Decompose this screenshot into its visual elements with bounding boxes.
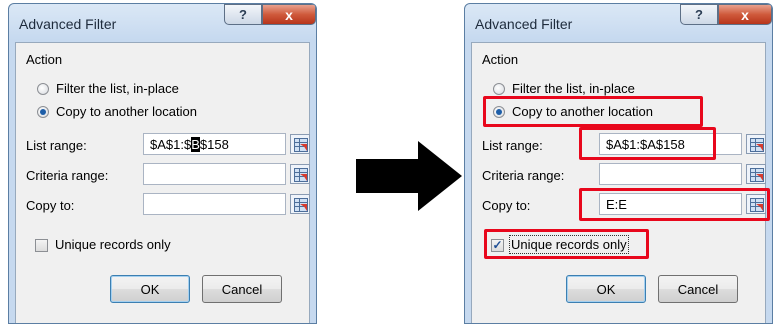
close-button[interactable]: x bbox=[262, 4, 316, 25]
cancel-button-label: Cancel bbox=[677, 281, 719, 297]
criteria-range-ref-button[interactable] bbox=[746, 164, 766, 184]
unique-records-checkbox[interactable] bbox=[35, 239, 48, 252]
close-icon: x bbox=[285, 6, 293, 23]
help-button[interactable]: ? bbox=[680, 4, 718, 25]
copy-to-label: Copy to: bbox=[26, 198, 75, 213]
list-range-text-pre: $A$1:$ bbox=[150, 137, 192, 152]
list-range-label: List range: bbox=[482, 138, 543, 153]
copy-to-label: Copy to: bbox=[482, 198, 531, 213]
list-range-text-selected: B bbox=[191, 137, 200, 152]
advanced-filter-dialog-before: Advanced Filter ? x Action Filter the li… bbox=[8, 3, 317, 324]
help-icon: ? bbox=[239, 7, 247, 22]
ok-button[interactable]: OK bbox=[110, 275, 190, 303]
copy-to-input[interactable]: E:E bbox=[599, 193, 742, 215]
radio-copy-to-location[interactable] bbox=[37, 106, 49, 118]
action-section-label: Action bbox=[26, 52, 63, 67]
radio-filter-in-place-label: Filter the list, in-place bbox=[56, 81, 179, 96]
title-bar[interactable]: Advanced Filter ? x bbox=[9, 4, 316, 40]
cancel-button[interactable]: Cancel bbox=[658, 275, 738, 303]
dialog-body: Action Filter the list, in-place Copy to… bbox=[471, 42, 770, 323]
advanced-filter-dialog-after: Advanced Filter ? x Action Filter the li… bbox=[464, 3, 773, 324]
criteria-range-input[interactable] bbox=[599, 163, 742, 185]
ok-button-label: OK bbox=[596, 281, 616, 297]
checkmark-icon: ✓ bbox=[492, 238, 503, 252]
cancel-button-label: Cancel bbox=[221, 281, 263, 297]
list-range-input[interactable]: $A$1:$B$158 bbox=[143, 133, 286, 155]
close-button[interactable]: x bbox=[718, 4, 772, 25]
copy-to-ref-button[interactable] bbox=[746, 194, 766, 214]
list-range-label: List range: bbox=[26, 138, 87, 153]
close-icon: x bbox=[741, 6, 749, 23]
ok-button-label: OK bbox=[140, 281, 160, 297]
help-button[interactable]: ? bbox=[224, 4, 262, 25]
criteria-range-ref-button[interactable] bbox=[290, 164, 310, 184]
dialog-body: Action Filter the list, in-place Copy to… bbox=[15, 42, 310, 323]
unique-records-checkbox[interactable]: ✓ bbox=[491, 239, 504, 252]
criteria-range-input[interactable] bbox=[143, 163, 286, 185]
criteria-range-label: Criteria range: bbox=[482, 168, 565, 183]
dialog-title: Advanced Filter bbox=[19, 16, 117, 32]
radio-copy-to-location-label: Copy to another location bbox=[512, 104, 653, 119]
help-icon: ? bbox=[695, 7, 703, 22]
list-range-ref-button[interactable] bbox=[290, 134, 310, 154]
cancel-button[interactable]: Cancel bbox=[202, 275, 282, 303]
radio-filter-in-place[interactable] bbox=[37, 83, 49, 95]
copy-to-input[interactable] bbox=[143, 193, 286, 215]
criteria-range-label: Criteria range: bbox=[26, 168, 109, 183]
unique-records-label: Unique records only bbox=[55, 237, 171, 252]
list-range-ref-button[interactable] bbox=[746, 134, 766, 154]
list-range-text-post: $158 bbox=[199, 137, 229, 152]
action-section-label: Action bbox=[482, 52, 519, 67]
list-range-input[interactable]: $A$1:$A$158 bbox=[599, 133, 742, 155]
dialog-title: Advanced Filter bbox=[475, 16, 573, 32]
radio-filter-in-place-label: Filter the list, in-place bbox=[512, 81, 635, 96]
ok-button[interactable]: OK bbox=[566, 275, 646, 303]
radio-filter-in-place[interactable] bbox=[493, 83, 505, 95]
title-bar[interactable]: Advanced Filter ? x bbox=[465, 4, 772, 40]
radio-copy-to-location[interactable] bbox=[493, 106, 505, 118]
right-arrow-icon bbox=[356, 141, 462, 211]
unique-records-label: Unique records only bbox=[509, 235, 629, 254]
copy-to-ref-button[interactable] bbox=[290, 194, 310, 214]
radio-copy-to-location-label: Copy to another location bbox=[56, 104, 197, 119]
